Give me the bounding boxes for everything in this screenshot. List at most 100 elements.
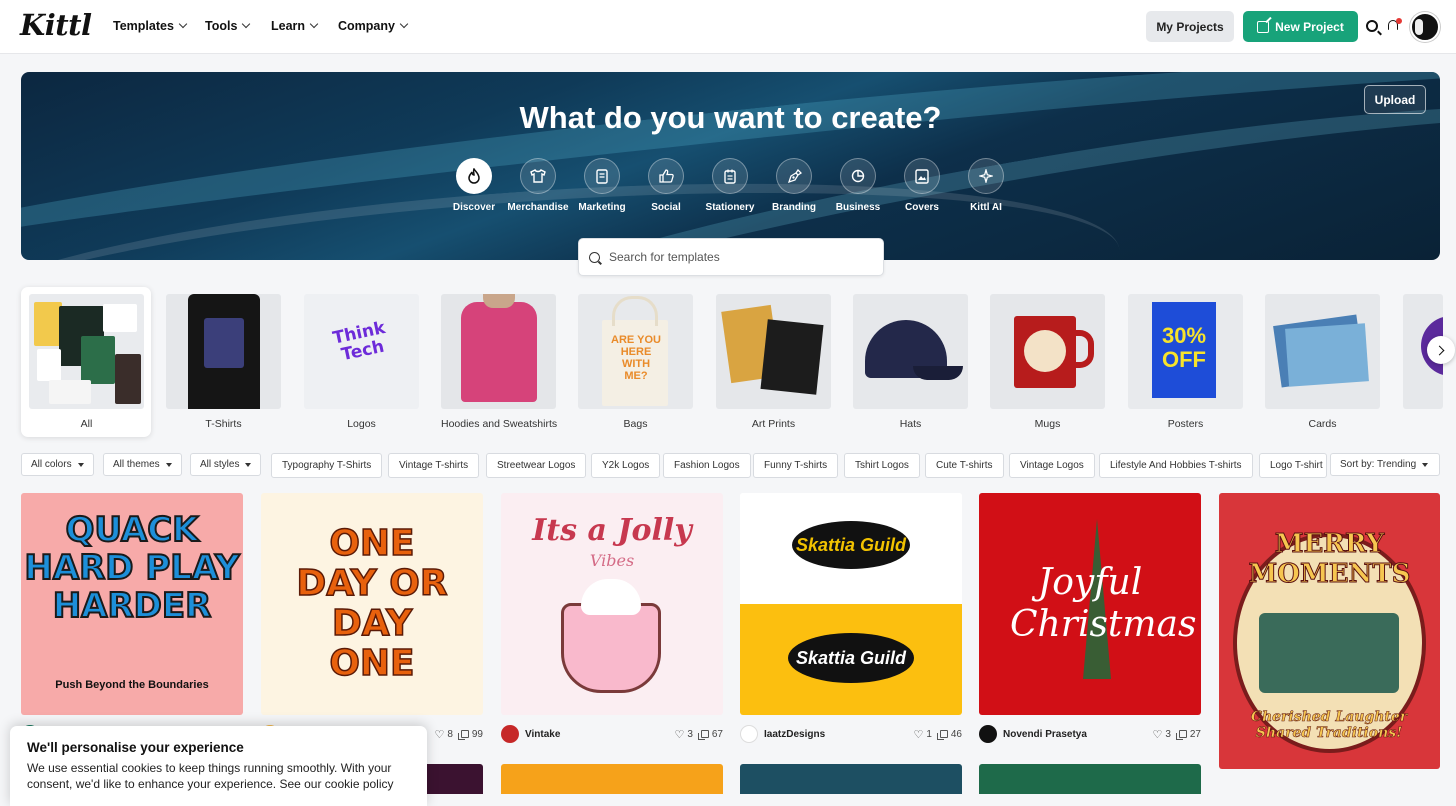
template-meta: IaatzDesigns ♡ 1 46 [740, 715, 962, 753]
upload-button[interactable]: Upload [1364, 85, 1426, 114]
caret-down-icon [77, 462, 84, 467]
tag-chip[interactable]: Tshirt Logos [844, 453, 920, 478]
tag-chip[interactable]: Y2k Logos [591, 453, 661, 478]
carousel-next-button[interactable] [1427, 336, 1455, 364]
tag-chip[interactable]: Streetwear Logos [486, 453, 587, 478]
notification-bell-icon[interactable] [1387, 18, 1402, 32]
category-stationery[interactable]: Stationery [698, 158, 762, 213]
category-social[interactable]: Social [634, 158, 698, 213]
template-preview: Skattia Guild Skattia Guild [740, 493, 962, 715]
user-avatar[interactable] [1410, 12, 1440, 42]
copy-icon [1175, 730, 1187, 740]
tag-chip[interactable]: Typography T-Shirts [271, 453, 383, 478]
chevron-down-icon [309, 19, 319, 29]
category-marketing[interactable]: Marketing [570, 158, 634, 213]
author-name[interactable]: Vintake [525, 729, 666, 740]
template-card[interactable]: MERRY MOMENTS Cherished Laughter Shared … [1219, 493, 1440, 769]
chevron-down-icon [399, 19, 409, 29]
category-label: Marketing [578, 202, 626, 213]
product-type-mugs[interactable]: Mugs [990, 294, 1105, 430]
category-merchandise[interactable]: Merchandise [506, 158, 570, 213]
likes-count[interactable]: ♡ 8 [434, 728, 452, 741]
product-type-label: Logos [347, 418, 376, 430]
tag-chip[interactable]: Fashion Logos [663, 453, 751, 478]
sort-dropdown[interactable]: Sort by: Trending [1330, 453, 1440, 476]
uses-count: 46 [936, 729, 962, 740]
template-card-peek[interactable] [979, 764, 1201, 794]
template-card[interactable]: ONE DAY OR DAY ONE ♡ 8 99 [261, 493, 483, 753]
category-label: Business [835, 202, 881, 213]
nav-learn-label: Learn [271, 19, 306, 33]
kittl-logo[interactable]: Kittl [20, 8, 92, 42]
product-type-thumbnail [29, 294, 144, 409]
product-type-bags[interactable]: ARE YOU HERE WITH ME? Bags [578, 294, 693, 430]
category-kittl-ai[interactable]: Kittl AI [954, 158, 1018, 213]
product-type-t-shirts[interactable]: T-Shirts [166, 294, 281, 430]
product-type-logos[interactable]: Think Tech Logos [304, 294, 419, 430]
cookie-title: We'll personalise your experience [27, 740, 244, 755]
likes-count[interactable]: ♡ 1 [913, 728, 931, 741]
theme-filter-dropdown[interactable]: All themes [103, 453, 182, 476]
likes-count[interactable]: ♡ 3 [674, 728, 692, 741]
shirt-icon [520, 158, 556, 194]
new-project-button[interactable]: New Project [1243, 11, 1358, 42]
nav-tools-label: Tools [205, 19, 238, 33]
product-type-art-prints[interactable]: Art Prints [716, 294, 831, 430]
template-search-box[interactable] [578, 238, 884, 276]
tag-chip[interactable]: Cute T-shirts [925, 453, 1004, 478]
product-type-posters[interactable]: 30% OFF Posters [1128, 294, 1243, 430]
author-avatar [979, 725, 997, 743]
template-preview: Its a Jolly Vibes [501, 493, 723, 715]
template-card-peek[interactable] [740, 764, 962, 794]
template-card[interactable]: Joyful Christmas Novendi Prasetya ♡ 3 27 [979, 493, 1201, 753]
template-subtitle: Push Beyond the Boundaries [55, 679, 209, 691]
template-title: Skattia Guild [792, 521, 910, 569]
category-label: Covers [905, 202, 939, 213]
tag-chip[interactable]: Vintage Logos [1009, 453, 1095, 478]
tag-chip[interactable]: Funny T-shirts [753, 453, 839, 478]
product-type-hoodies[interactable]: Hoodies and Sweatshirts [441, 294, 557, 430]
category-label: Discover [452, 202, 496, 213]
product-type-all[interactable]: All [29, 294, 144, 430]
tag-chip[interactable]: Logo T-shirt [1259, 453, 1327, 478]
nav-templates-label: Templates [113, 19, 174, 33]
author-name[interactable]: IaatzDesigns [764, 729, 905, 740]
caret-down-icon [1422, 462, 1429, 467]
product-type-thumbnail: Think Tech [304, 294, 419, 409]
product-type-label: Cards [1308, 418, 1337, 430]
my-projects-button[interactable]: My Projects [1146, 11, 1234, 42]
category-covers[interactable]: Covers [890, 158, 954, 213]
author-name[interactable]: Novendi Prasetya [1003, 729, 1144, 740]
thumbs-up-icon [648, 158, 684, 194]
product-type-hats[interactable]: Hats [853, 294, 968, 430]
template-card[interactable]: Its a Jolly Vibes Vintake ♡ 3 67 [501, 493, 723, 753]
notification-dot [1396, 18, 1402, 24]
nav-tools[interactable]: Tools [205, 19, 251, 33]
product-type-cards[interactable]: Cards [1265, 294, 1380, 430]
color-filter-dropdown[interactable]: All colors [21, 453, 94, 476]
template-meta: Vintake ♡ 3 67 [501, 715, 723, 753]
tag-chip[interactable]: Lifestyle And Hobbies T-shirts [1099, 453, 1253, 478]
product-type-label: Art Prints [751, 418, 796, 430]
style-filter-dropdown[interactable]: All styles [190, 453, 262, 476]
search-icon[interactable] [1366, 20, 1378, 32]
likes-count[interactable]: ♡ 3 [1152, 728, 1170, 741]
template-card[interactable]: QUACK HARD PLAY HARDER Push Beyond the B… [21, 493, 243, 753]
template-card[interactable]: Skattia Guild Skattia Guild IaatzDesigns… [740, 493, 962, 753]
nav-templates[interactable]: Templates [113, 19, 188, 33]
hero-banner: What do you want to create? Upload Disco… [21, 72, 1440, 260]
category-business[interactable]: Business [826, 158, 890, 213]
template-title: MERRY MOMENTS [1248, 529, 1411, 590]
template-card-peek[interactable] [501, 764, 723, 794]
category-discover[interactable]: Discover [442, 158, 506, 213]
nav-company[interactable]: Company [338, 19, 409, 33]
category-branding[interactable]: Branding [762, 158, 826, 213]
category-label: Merchandise [507, 202, 569, 213]
template-preview: QUACK HARD PLAY HARDER Push Beyond the B… [21, 493, 243, 715]
template-title: QUACK HARD PLAY HARDER [23, 510, 240, 626]
tag-chip[interactable]: Vintage T-shirts [388, 453, 480, 478]
template-search-input[interactable] [609, 250, 859, 264]
product-type-label: Posters [1167, 418, 1204, 430]
nav-learn[interactable]: Learn [271, 19, 319, 33]
author-avatar [740, 725, 758, 743]
